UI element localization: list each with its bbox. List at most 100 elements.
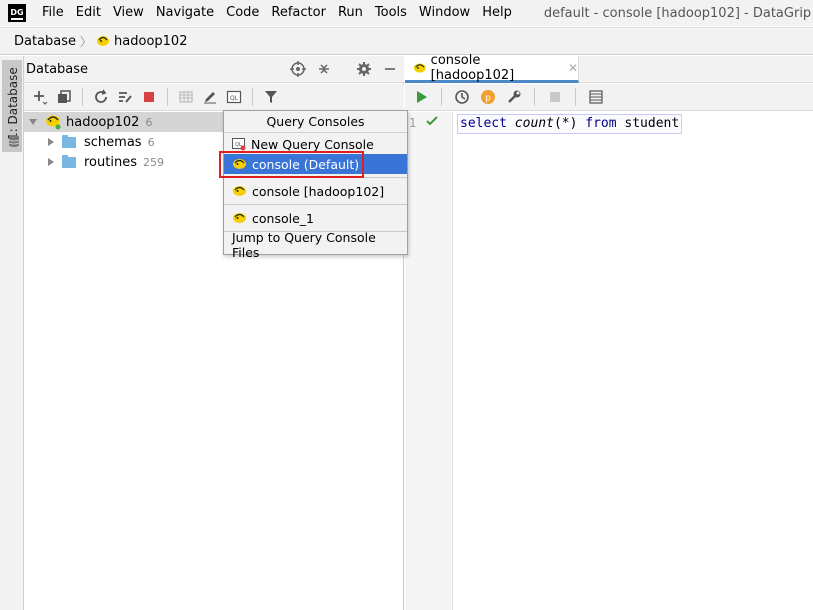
menu-bar: DG File Edit View Navigate Code Refactor… — [0, 0, 813, 26]
collapsed-arrow-icon[interactable] — [46, 137, 56, 147]
code-args: (*) — [553, 116, 586, 131]
toolbar-separator — [441, 88, 442, 106]
hadoop-elephant-icon — [413, 63, 426, 73]
menu-item-console-default[interactable]: console (Default) — [224, 154, 407, 174]
datagrip-logo-icon: DG — [8, 4, 26, 22]
menu-tools[interactable]: Tools — [369, 0, 413, 26]
hadoop-elephant-icon — [233, 186, 246, 196]
menu-refactor[interactable]: Refactor — [265, 0, 332, 26]
breadcrumb-label: hadoop102 — [114, 33, 188, 49]
code-keyword-from: from — [585, 116, 617, 131]
menu-help[interactable]: Help — [476, 0, 518, 26]
tree-node-count: 6 — [147, 135, 155, 149]
filter-icon[interactable] — [263, 89, 279, 105]
toolbar-separator — [575, 88, 576, 106]
wrench-icon[interactable] — [506, 89, 522, 105]
tree-node-label: schemas — [84, 134, 142, 150]
editor-toolbar: p — [405, 84, 813, 111]
menu-item-label: New Query Console — [251, 136, 374, 152]
popup-title: Query Consoles — [224, 111, 407, 133]
window-title: default - console [hadoop102] - DataGrip — [543, 5, 812, 21]
output-layout-icon[interactable] — [588, 89, 604, 105]
table-editor-icon[interactable] — [178, 89, 194, 105]
code-keyword-select: select — [460, 116, 507, 131]
breadcrumb-item-hadoop102[interactable]: hadoop102 — [96, 34, 187, 49]
refresh-icon[interactable] — [93, 89, 109, 105]
hadoop-elephant-icon — [233, 213, 246, 223]
left-tool-strip: 1: Database — [0, 56, 24, 610]
run-icon[interactable] — [413, 89, 429, 105]
toolbar-separator — [252, 88, 253, 106]
query-console-icon[interactable]: QL — [226, 89, 242, 105]
hadoop-elephant-icon — [233, 159, 246, 169]
toolbar-separator — [167, 88, 168, 106]
breadcrumb: Database 〉 hadoop102 — [0, 27, 813, 55]
database-panel-header: Database — [24, 56, 404, 83]
toolbar-separator — [534, 88, 535, 106]
tab-console-hadoop102[interactable]: console [hadoop102] ✕ — [405, 53, 579, 83]
duplicate-icon[interactable] — [56, 89, 72, 105]
line-number: 1 — [409, 116, 417, 130]
database-toolbar: QL — [24, 84, 404, 111]
menu-window[interactable]: Window — [413, 0, 476, 26]
parameters-icon[interactable]: p — [480, 89, 496, 105]
code-identifier-student: student — [616, 116, 680, 131]
menu-view[interactable]: View — [107, 0, 150, 26]
edit-pencil-icon[interactable] — [202, 89, 218, 105]
database-cylinder-icon — [8, 135, 20, 147]
code-editor[interactable]: select count(*) from student — [454, 112, 813, 610]
breadcrumb-separator-icon: 〉 — [80, 34, 93, 49]
code-line[interactable]: select count(*) from student — [457, 114, 683, 134]
menu-item-label: console [hadoop102] — [252, 183, 385, 199]
menu-item-label: console_1 — [252, 210, 314, 226]
svg-text:QL: QL — [230, 95, 239, 102]
toolbar-separator — [82, 88, 83, 106]
editor-gutter: 1 — [405, 112, 453, 610]
menu-item-console-1[interactable]: console_1 — [224, 208, 407, 228]
tool-window-tab-database[interactable]: 1: Database — [2, 60, 22, 152]
menu-edit[interactable]: Edit — [70, 0, 107, 26]
menu-file[interactable]: File — [36, 0, 70, 26]
history-clock-icon[interactable] — [454, 89, 470, 105]
scroll-from-source-icon[interactable] — [290, 61, 306, 77]
folder-icon — [62, 134, 76, 148]
collapse-all-icon[interactable] — [316, 61, 332, 77]
stop-icon[interactable] — [547, 89, 563, 105]
menu-item-label: console (Default) — [252, 156, 360, 172]
tool-tab-label: 1: Database — [6, 67, 20, 140]
folder-icon — [62, 154, 76, 168]
close-icon[interactable]: ✕ — [568, 61, 578, 75]
tree-node-label: hadoop102 — [66, 114, 140, 130]
tree-node-label: routines — [84, 154, 137, 170]
menu-item-console-hadoop102[interactable]: console [hadoop102] — [224, 181, 407, 201]
menu-item-label: Jump to Query Console Files — [232, 230, 376, 260]
add-icon[interactable] — [32, 89, 48, 105]
code-function-count: count — [514, 116, 554, 131]
menu-code[interactable]: Code — [220, 0, 265, 26]
gear-icon[interactable] — [356, 61, 372, 77]
tree-node-count: 6 — [145, 115, 153, 129]
menu-separator — [224, 204, 407, 205]
tree-node-count: 259 — [142, 155, 164, 169]
schema-settings-icon[interactable] — [117, 89, 133, 105]
menu-item-new-query-console[interactable]: QL New Query Console — [224, 134, 407, 154]
menu-run[interactable]: Run — [332, 0, 369, 26]
editor-tab-bar: console [hadoop102] ✕ — [405, 53, 813, 83]
hadoop-elephant-icon — [46, 115, 61, 130]
collapsed-arrow-icon[interactable] — [46, 157, 56, 167]
tab-label: console [hadoop102] — [430, 53, 515, 83]
minimize-icon[interactable] — [382, 61, 398, 77]
breadcrumb-item-database[interactable]: Database — [14, 34, 76, 49]
checkmark-icon — [426, 116, 438, 126]
menu-item-jump-to-files[interactable]: Jump to Query Console Files — [224, 230, 407, 260]
new-console-icon: QL — [232, 138, 246, 151]
expanded-arrow-icon[interactable] — [28, 117, 38, 127]
logo-text: DG — [10, 8, 24, 17]
query-consoles-popup: Query Consoles QL New Query Console cons… — [223, 110, 408, 260]
database-panel-title: Database — [26, 61, 89, 77]
stop-icon[interactable] — [141, 89, 157, 105]
menu-separator — [224, 177, 407, 178]
menu-navigate[interactable]: Navigate — [150, 0, 220, 26]
svg-text:p: p — [485, 94, 491, 104]
